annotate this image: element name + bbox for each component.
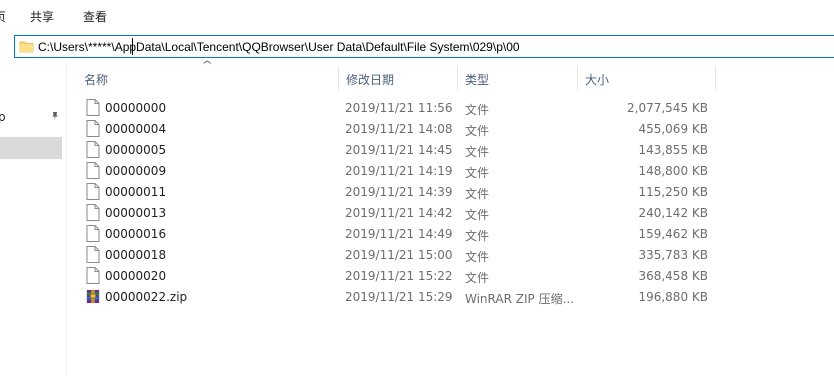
nav-item-selected[interactable] [0,137,62,159]
file-type: WinRAR ZIP 压缩... [465,292,575,306]
file-date: 2019/11/21 14:08 [345,122,453,136]
file-type: 文件 [465,103,490,117]
file-type: 文件 [465,187,490,201]
file-name: 00000018 [105,248,167,262]
file-date: 2019/11/21 14:39 [345,185,453,199]
file-size: 159,462 KB [638,227,708,241]
winrar-archive-icon [86,289,100,304]
column-separator[interactable] [715,66,716,90]
file-size: 368,458 KB [638,269,708,283]
text-caret [132,38,133,55]
file-row[interactable]: 00000022.zip 2019/11/21 15:29 WinRAR ZIP… [67,286,834,307]
blank-file-icon [86,120,100,137]
file-row[interactable]: 00000005 2019/11/21 14:45 文件 143,855 KB [67,139,834,160]
folder-icon [19,41,34,53]
file-size: 2,077,545 KB [627,101,708,115]
column-separator[interactable] [457,66,458,90]
file-type: 文件 [465,271,490,285]
column-header: ^ 名称 修改日期 类型 大小 [67,60,834,90]
file-name: 00000009 [105,164,167,178]
file-type: 文件 [465,250,490,264]
blank-file-icon [86,141,100,158]
file-row[interactable]: 00000016 2019/11/21 14:49 文件 159,462 KB [67,223,834,244]
file-type: 文件 [465,229,490,243]
column-separator[interactable] [338,66,339,90]
column-name[interactable]: 名称 [84,71,108,88]
blank-file-icon [86,99,100,116]
file-row[interactable]: 00000000 2019/11/21 11:56 文件 2,077,545 K… [67,97,834,118]
blank-file-icon [86,267,100,284]
file-size: 115,250 KB [638,185,708,199]
file-date: 2019/11/21 15:29 [345,290,453,304]
file-size: 335,783 KB [638,248,708,262]
file-date: 2019/11/21 11:56 [345,101,453,115]
tab-view[interactable]: 查看 [83,8,107,25]
column-date[interactable]: 修改日期 [346,71,394,88]
blank-file-icon [86,162,100,179]
file-date: 2019/11/21 14:49 [345,227,453,241]
file-name: 00000013 [105,206,167,220]
file-row[interactable]: 00000004 2019/11/21 14:08 文件 455,069 KB [67,118,834,139]
blank-file-icon [86,225,100,242]
pin-icon [50,111,60,124]
file-date: 2019/11/21 15:22 [345,269,453,283]
file-size: 455,069 KB [638,122,708,136]
file-date: 2019/11/21 14:45 [345,143,453,157]
file-name: 00000016 [105,227,167,241]
file-list: 00000000 2019/11/21 11:56 文件 2,077,545 K… [67,97,834,307]
navigation-pane: p [0,60,66,376]
ribbon-tabs: 主页 共享 查看 [0,0,834,30]
tab-home[interactable]: 主页 [0,8,6,25]
file-name: 00000005 [105,143,167,157]
file-row[interactable]: 00000013 2019/11/21 14:42 文件 240,142 KB [67,202,834,223]
file-name: 00000011 [105,185,167,199]
file-date: 2019/11/21 15:00 [345,248,453,262]
file-name: 00000004 [105,122,167,136]
file-size: 196,880 KB [638,290,708,304]
blank-file-icon [86,204,100,221]
file-size: 143,855 KB [638,143,708,157]
file-name: 00000022.zip [105,290,188,304]
file-row[interactable]: 00000009 2019/11/21 14:19 文件 148,800 KB [67,160,834,181]
blank-file-icon [86,246,100,263]
tab-share[interactable]: 共享 [30,8,54,25]
column-size[interactable]: 大小 [585,71,609,88]
file-name: 00000020 [105,269,167,283]
nav-item-pinned[interactable]: p [0,106,62,128]
sort-up-icon: ^ [201,60,214,71]
address-bar[interactable]: C:\Users\*****\AppData\Local\Tencent\QQB… [14,35,834,58]
file-date: 2019/11/21 14:19 [345,164,453,178]
file-size: 240,142 KB [638,206,708,220]
file-size: 148,800 KB [638,164,708,178]
file-type: 文件 [465,124,490,138]
file-row[interactable]: 00000020 2019/11/21 15:22 文件 368,458 KB [67,265,834,286]
file-type: 文件 [465,208,490,222]
column-type[interactable]: 类型 [465,71,489,88]
blank-file-icon [86,183,100,200]
nav-item-label: p [0,110,6,124]
file-row[interactable]: 00000018 2019/11/21 15:00 文件 335,783 KB [67,244,834,265]
address-path: C:\Users\*****\AppData\Local\Tencent\QQB… [38,40,520,54]
file-date: 2019/11/21 14:42 [345,206,453,220]
file-type: 文件 [465,145,490,159]
column-separator[interactable] [577,66,578,90]
file-type: 文件 [465,166,490,180]
file-name: 00000000 [105,101,167,115]
file-row[interactable]: 00000011 2019/11/21 14:39 文件 115,250 KB [67,181,834,202]
